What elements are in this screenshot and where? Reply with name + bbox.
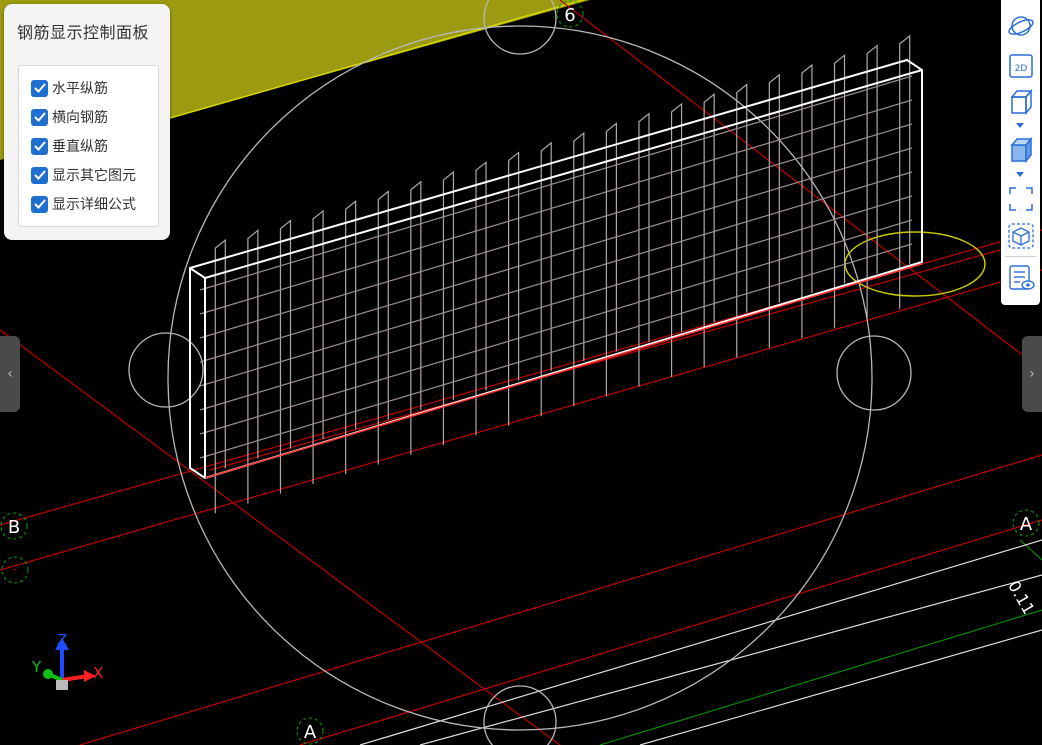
orbit-button[interactable]	[1007, 12, 1035, 40]
option-label: 水平纵筋	[52, 81, 108, 97]
fit-view-icon	[1009, 187, 1033, 211]
horizontal-rebars	[199, 75, 913, 459]
axis-label-b: B	[8, 517, 20, 538]
panel-options: 水平纵筋 横向钢筋 垂直纵筋 显示其它图元 显示详细公式	[18, 65, 159, 227]
axis-label-a-bottom: A	[304, 722, 317, 743]
svg-text:-: -	[13, 562, 17, 576]
triad-z-label: Z	[57, 631, 67, 649]
2d-view-icon: 2D	[1009, 54, 1033, 78]
chevron-left-icon: ‹	[7, 366, 13, 382]
view-toolbar: 2D	[1001, 0, 1040, 305]
checkbox-checked-icon[interactable]	[31, 79, 48, 97]
3d-box-icon	[1010, 88, 1033, 116]
view-triad[interactable]: Z X Y	[31, 631, 103, 690]
panel-title: 钢筋显示控制面板	[17, 23, 150, 42]
option-label: 显示详细公式	[52, 197, 136, 213]
left-collapse-tab[interactable]: ‹	[0, 336, 20, 412]
triad-x-label: X	[93, 664, 103, 682]
rebar-display-panel: 钢筋显示控制面板 水平纵筋 横向钢筋 垂直纵筋 显示其它图元 显示详细公式	[4, 4, 170, 240]
axis-label-a-right: A	[1020, 514, 1033, 535]
right-collapse-tab[interactable]: ›	[1022, 336, 1042, 412]
checkbox-checked-icon[interactable]	[31, 195, 48, 213]
option-vertical-rebar[interactable]: 垂直纵筋	[31, 136, 108, 156]
solid-box-icon	[1010, 136, 1033, 164]
orbit-icon	[1008, 16, 1034, 36]
triad-y-label: Y	[31, 658, 42, 676]
3d-view-button[interactable]	[1007, 88, 1035, 116]
section-box-icon	[1008, 223, 1034, 249]
option-transverse-rebar[interactable]: 横向钢筋	[31, 107, 108, 127]
chevron-down-icon[interactable]	[1015, 122, 1025, 128]
section-box-button[interactable]	[1007, 222, 1035, 250]
option-label: 横向钢筋	[52, 110, 108, 126]
checkbox-checked-icon[interactable]	[31, 166, 48, 184]
chevron-down-icon[interactable]	[1015, 171, 1025, 177]
2d-view-button[interactable]: 2D	[1007, 52, 1035, 80]
fit-view-button[interactable]	[1007, 185, 1035, 213]
checkbox-checked-icon[interactable]	[31, 137, 48, 155]
option-show-formula[interactable]: 显示详细公式	[31, 194, 136, 214]
option-label: 显示其它图元	[52, 168, 136, 184]
axis-label-6: 6	[564, 5, 575, 26]
dimension-label: 0.11	[1004, 577, 1038, 617]
option-show-other-elements[interactable]: 显示其它图元	[31, 165, 136, 185]
checkbox-checked-icon[interactable]	[31, 108, 48, 126]
chevron-right-icon: ›	[1029, 366, 1035, 382]
toolbar-divider	[1005, 256, 1036, 257]
green-lines	[599, 539, 1042, 745]
properties-icon	[1009, 265, 1035, 290]
properties-button[interactable]	[1007, 264, 1035, 292]
svg-text:2D: 2D	[1015, 64, 1028, 74]
option-horizontal-rebar[interactable]: 水平纵筋	[31, 78, 108, 98]
solid-view-button[interactable]	[1007, 136, 1035, 164]
option-label: 垂直纵筋	[52, 139, 108, 155]
